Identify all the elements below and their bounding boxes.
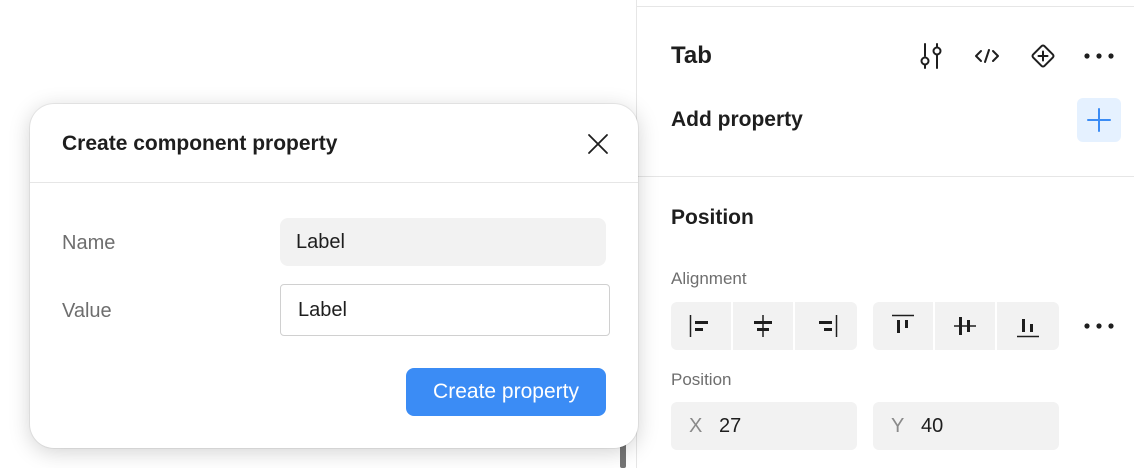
align-left-icon [689, 315, 708, 337]
close-icon [588, 134, 608, 154]
dialog-title: Create component property [62, 132, 338, 155]
more-alignment-options[interactable] [1081, 310, 1117, 342]
add-property-label: Add property [671, 108, 803, 131]
x-position-value[interactable]: 27 [719, 415, 741, 438]
create-property-button[interactable]: Create property [406, 368, 606, 416]
properties-panel: Tab Add property Position Alignment Posi… [636, 0, 1134, 468]
name-label: Name [62, 232, 116, 254]
more-icon[interactable] [1083, 40, 1115, 72]
divider [637, 6, 1134, 7]
y-axis-label: Y [891, 414, 905, 437]
value-label: Value [62, 300, 112, 322]
code-icon[interactable] [971, 40, 1003, 72]
alignment-label: Alignment [671, 269, 747, 288]
value-field[interactable]: Label [280, 284, 610, 336]
x-axis-label: X [689, 414, 703, 437]
close-button[interactable] [580, 126, 616, 162]
plus-icon [1087, 108, 1111, 132]
align-left-button[interactable] [671, 302, 733, 350]
position-section-title: Position [671, 206, 754, 229]
align-bottom-icon [1017, 319, 1039, 338]
divider [637, 176, 1134, 177]
align-vertical-center-button[interactable] [935, 302, 997, 350]
dialog-divider [30, 182, 638, 183]
create-component-property-dialog: Create component property Name Label Val… [30, 104, 638, 448]
y-position-value[interactable]: 40 [921, 415, 943, 438]
align-right-button[interactable] [795, 302, 857, 350]
component-add-icon[interactable] [1027, 40, 1059, 72]
align-top-button[interactable] [873, 302, 935, 350]
align-top-icon [892, 314, 914, 333]
position-label: Position [671, 370, 732, 389]
align-vertical-center-icon [954, 317, 976, 335]
align-horizontal-center-button[interactable] [733, 302, 795, 350]
x-position-field[interactable]: X 27 [671, 402, 857, 450]
add-property-button[interactable] [1077, 98, 1121, 142]
align-bottom-button[interactable] [997, 302, 1059, 350]
horizontal-alignment-group [671, 302, 857, 350]
vertical-alignment-group [873, 302, 1059, 350]
more-icon [1084, 323, 1114, 329]
name-field[interactable]: Label [280, 218, 606, 266]
y-position-field[interactable]: Y 40 [873, 402, 1059, 450]
component-title: Tab [671, 42, 712, 69]
align-horizontal-center-icon [754, 315, 772, 337]
adjust-sliders-icon[interactable] [915, 40, 947, 72]
align-right-icon [819, 315, 838, 337]
